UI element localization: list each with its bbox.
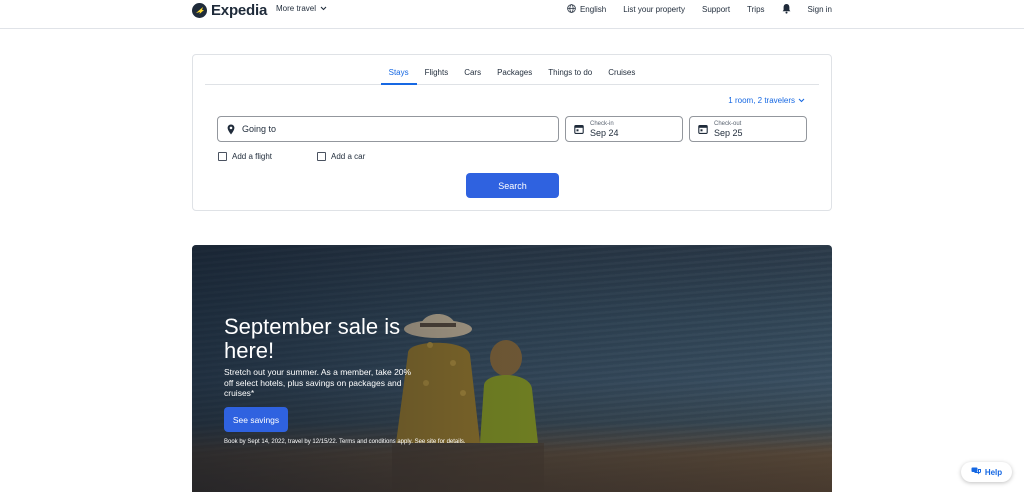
travelers-label: 1 room, 2 travelers: [728, 96, 795, 105]
hero-description: Stretch out your summer. As a member, ta…: [224, 367, 412, 398]
expedia-logo-icon: [192, 2, 207, 18]
tab-things-to-do[interactable]: Things to do: [540, 65, 600, 85]
tab-packages[interactable]: Packages: [489, 65, 540, 85]
add-car-option[interactable]: Add a car: [317, 152, 365, 161]
destination-placeholder: Going to: [242, 124, 277, 134]
help-button[interactable]: Help: [961, 462, 1012, 482]
hero-fine-print: Book by Sept 14, 2022, travel by 12/15/2…: [224, 439, 466, 445]
support-label: Support: [702, 5, 731, 14]
chevron-down-icon: [798, 96, 805, 105]
check-in-content: Check-in Sep 24: [590, 121, 619, 138]
bell-icon: [782, 3, 791, 16]
help-label: Help: [984, 467, 1003, 477]
header-nav: English List your property Support Trips…: [567, 3, 832, 16]
support-link[interactable]: Support: [702, 5, 730, 14]
search-button[interactable]: Search: [466, 173, 559, 198]
sign-in-link[interactable]: Sign in: [808, 5, 832, 14]
top-header: Expedia More travel English List your pr…: [0, 0, 1024, 29]
globe-icon: [567, 4, 576, 15]
language-selector[interactable]: English: [567, 4, 606, 15]
check-in-field[interactable]: Check-in Sep 24: [565, 116, 683, 142]
tab-cars[interactable]: Cars: [456, 65, 489, 85]
more-travel-menu[interactable]: More travel: [276, 4, 327, 13]
trips-link[interactable]: Trips: [747, 5, 764, 14]
check-out-value: Sep 25: [714, 127, 743, 138]
add-car-checkbox[interactable]: [317, 152, 326, 161]
travelers-selector[interactable]: 1 room, 2 travelers: [728, 96, 805, 105]
list-property-link[interactable]: List your property: [623, 5, 685, 14]
notifications-button[interactable]: [782, 3, 791, 16]
calendar-icon: [574, 123, 584, 135]
tab-stays[interactable]: Stays: [380, 65, 417, 85]
add-car-label: Add a car: [331, 152, 366, 161]
trips-label: Trips: [747, 5, 765, 14]
tab-flights[interactable]: Flights: [417, 65, 457, 85]
see-savings-button[interactable]: See savings: [224, 407, 288, 432]
check-in-value: Sep 24: [590, 127, 619, 138]
add-flight-option[interactable]: Add a flight: [218, 152, 272, 161]
more-travel-label: More travel: [276, 4, 317, 13]
sign-in-label: Sign in: [807, 5, 832, 14]
chevron-down-icon: [320, 4, 327, 13]
list-property-label: List your property: [623, 5, 686, 14]
expedia-logo[interactable]: Expedia: [192, 1, 267, 19]
check-out-label: Check-out: [714, 120, 742, 127]
search-card: Stays Flights Cars Packages Things to do…: [192, 54, 832, 211]
check-out-content: Check-out Sep 25: [714, 121, 743, 138]
add-flight-label: Add a flight: [232, 152, 273, 161]
language-label: English: [579, 5, 607, 14]
check-in-label: Check-in: [590, 120, 614, 127]
hero-title: September sale is here!: [224, 314, 401, 363]
brand-name: Expedia: [211, 1, 268, 19]
add-flight-checkbox[interactable]: [218, 152, 227, 161]
calendar-icon: [698, 123, 708, 135]
destination-field[interactable]: Going to: [217, 116, 559, 142]
search-tabs: Stays Flights Cars Packages Things to do…: [205, 65, 819, 85]
location-pin-icon: [226, 123, 236, 135]
chat-icon: [971, 467, 981, 478]
tab-cruises[interactable]: Cruises: [600, 65, 643, 85]
promo-hero: September sale is here! Stretch out your…: [192, 245, 832, 492]
check-out-field[interactable]: Check-out Sep 25: [689, 116, 807, 142]
